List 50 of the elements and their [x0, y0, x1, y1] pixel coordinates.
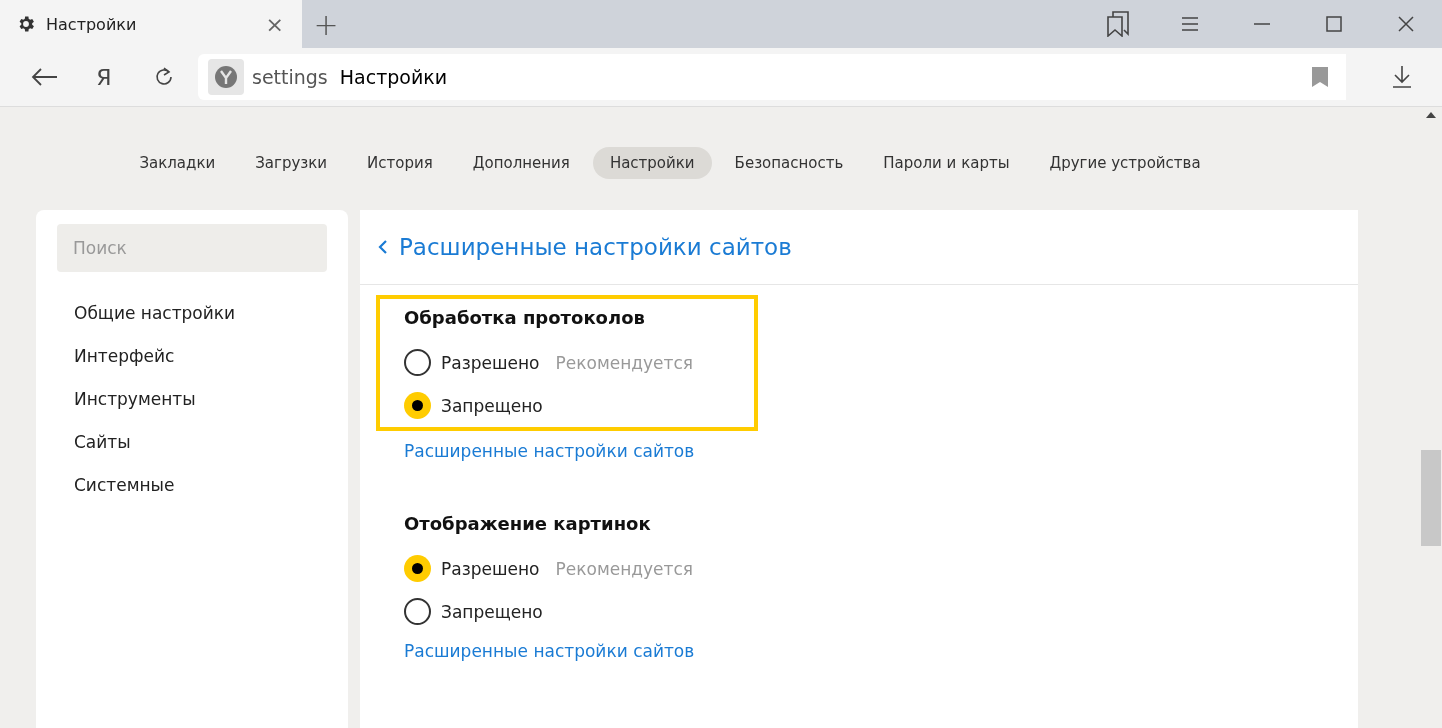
- radio-button[interactable]: [404, 598, 431, 625]
- sidebar-item[interactable]: Системные: [57, 464, 327, 507]
- option-label: Разрешено: [441, 558, 540, 579]
- settings-link[interactable]: Расширенные настройки сайтов: [404, 441, 695, 461]
- bookmarks-icon: [1106, 11, 1130, 37]
- download-icon: [1392, 66, 1412, 88]
- back-arrow-icon: [31, 68, 57, 86]
- option-label: Разрешено: [441, 352, 540, 373]
- sidebar-item[interactable]: Общие настройки: [57, 292, 327, 335]
- yandex-button[interactable]: Я: [74, 57, 134, 97]
- nav-tab[interactable]: Закладки: [122, 147, 233, 179]
- scrollbar-thumb[interactable]: [1421, 450, 1441, 546]
- menu-icon: [1182, 17, 1198, 31]
- tab-close-button[interactable]: ×: [261, 11, 288, 37]
- address-title: Настройки: [339, 66, 449, 88]
- section-title: Обработка протоколов: [404, 307, 646, 330]
- radio-button[interactable]: [404, 392, 431, 419]
- sidebar-item[interactable]: Интерфейс: [57, 335, 327, 378]
- nav-tab[interactable]: Безопасность: [717, 147, 861, 179]
- back-chevron-icon[interactable]: [378, 240, 387, 254]
- section-title: Отображение картинок: [404, 513, 652, 536]
- new-tab-button[interactable]: +: [302, 0, 350, 48]
- scroll-up-icon[interactable]: [1426, 111, 1436, 118]
- address-host: settings: [252, 66, 328, 88]
- minimize-icon: [1254, 23, 1270, 25]
- sidebar-item[interactable]: Инструменты: [57, 378, 327, 421]
- option-hint: Рекомендуется: [555, 558, 694, 579]
- address-bar[interactable]: settings Настройки: [198, 54, 1346, 100]
- radio-button[interactable]: [404, 349, 431, 376]
- bookmark-icon[interactable]: [1312, 67, 1328, 87]
- page-title: Расширенные настройки сайтов: [399, 234, 792, 260]
- nav-tab[interactable]: Загрузки: [238, 147, 345, 179]
- browser-tab[interactable]: Настройки ×: [0, 0, 302, 48]
- site-badge-icon: [208, 59, 244, 95]
- tab-title: Настройки: [46, 14, 138, 34]
- nav-tab[interactable]: Пароли и карты: [866, 147, 1027, 179]
- nav-tab[interactable]: Другие устройства: [1032, 147, 1218, 179]
- option-hint: Рекомендуется: [555, 352, 694, 373]
- maximize-icon: [1326, 16, 1342, 32]
- search-field[interactable]: Поиск: [57, 224, 327, 272]
- close-icon: [1398, 16, 1414, 32]
- settings-link[interactable]: Расширенные настройки сайтов: [404, 641, 695, 661]
- nav-tab[interactable]: Настройки: [592, 147, 712, 179]
- option-label: Запрещено: [441, 395, 543, 416]
- reload-icon: [154, 67, 174, 87]
- radio-button[interactable]: [404, 555, 431, 582]
- option-label: Запрещено: [441, 601, 543, 622]
- nav-tab[interactable]: Дополнения: [455, 147, 587, 179]
- nav-tab[interactable]: История: [350, 147, 450, 179]
- sidebar-item[interactable]: Сайты: [57, 421, 327, 464]
